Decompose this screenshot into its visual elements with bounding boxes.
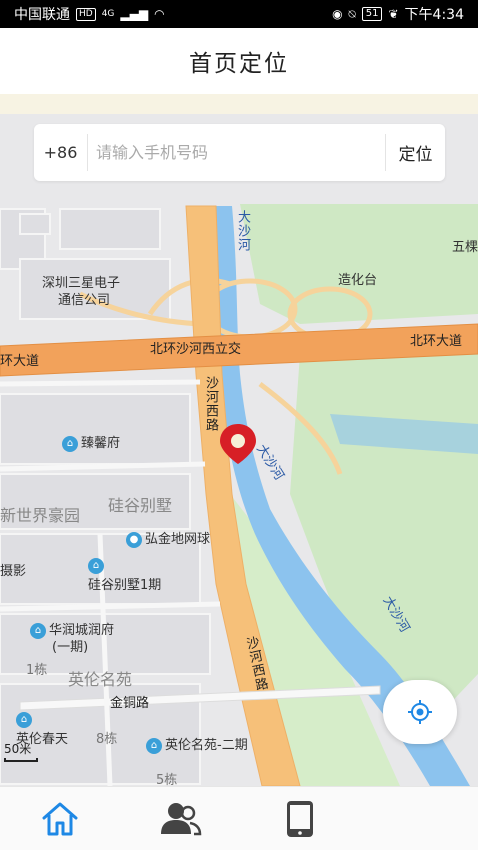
country-code[interactable]: +86 bbox=[34, 134, 88, 171]
area-guigu-villas: 硅谷别墅 bbox=[108, 496, 173, 515]
road-label-beihuan-left: 环大道 bbox=[0, 354, 40, 369]
mute-icon: ⍉ bbox=[348, 6, 356, 21]
poi-icon: ⌂ bbox=[146, 737, 162, 754]
poi-yinglun-2: ⌂ 英伦名苑-二期 bbox=[146, 734, 248, 754]
road-label-jintong: 金铜路 bbox=[110, 696, 150, 711]
park-area-north bbox=[240, 204, 478, 324]
road-label-beihuan-right: 北环大道 bbox=[410, 334, 463, 349]
poi-huarun-line2: (一期) bbox=[52, 640, 89, 655]
map-scale: 50米 bbox=[4, 740, 38, 762]
area-yinglun: 英伦名苑 bbox=[68, 670, 133, 689]
contacts-icon bbox=[161, 802, 202, 835]
poi-sheying: 摄影 bbox=[0, 564, 27, 579]
signal-icon: ▂▄▆ bbox=[120, 7, 149, 21]
home-icon bbox=[42, 802, 78, 835]
label-building-1: 1栋 bbox=[26, 663, 48, 678]
network-type: 4G bbox=[101, 9, 115, 19]
hd-badge: HD bbox=[76, 7, 96, 21]
poi-wuke: 五棵 bbox=[452, 240, 478, 255]
poi-samsung-line2: 通信公司 bbox=[58, 293, 111, 308]
app-header: 首页定位 bbox=[0, 28, 478, 94]
locate-button[interactable]: 定位 bbox=[385, 134, 445, 171]
road-label-interchange: 北环沙河西立交 bbox=[150, 342, 242, 357]
phone-device-icon bbox=[287, 800, 313, 837]
poi-zaohuatai: 造化台 bbox=[338, 273, 378, 288]
phone-number-input[interactable] bbox=[88, 134, 385, 171]
notice-strip bbox=[0, 94, 478, 114]
poi-jinxinfu: ⌂ 臻馨府 bbox=[62, 432, 120, 452]
label-building-8: 8栋 bbox=[96, 732, 118, 747]
nav-home[interactable] bbox=[0, 787, 120, 850]
poi-icon: ● bbox=[126, 531, 142, 548]
scale-bar bbox=[4, 758, 38, 762]
poi-icon: ⌂ bbox=[30, 622, 46, 639]
status-bar: 中国联通 HD 4G ▂▄▆ ◠ ◉ ⍉ 51 ❦ 下午4:34 bbox=[0, 0, 478, 28]
nav-device[interactable] bbox=[240, 787, 360, 850]
road-label-shahexilu-top: 沙河西路 bbox=[203, 376, 218, 432]
bottom-nav bbox=[0, 786, 478, 850]
poi-icon: ⌂ bbox=[16, 712, 32, 728]
clock: 下午4:34 bbox=[404, 7, 464, 23]
leaf-icon: ❦ bbox=[388, 7, 399, 21]
poi-guigu-1: ⌂ 硅谷别墅1期 bbox=[88, 558, 162, 593]
river-label-top: 大沙河 bbox=[235, 210, 250, 252]
scale-label: 50米 bbox=[4, 742, 32, 756]
eye-icon: ◉ bbox=[332, 7, 343, 21]
my-location-button[interactable] bbox=[383, 680, 457, 744]
poi-icon: ⌂ bbox=[62, 435, 78, 452]
battery-level: 51 bbox=[361, 7, 383, 21]
phone-search-bar: +86 定位 bbox=[34, 124, 445, 181]
label-building-5: 5栋 bbox=[156, 773, 178, 786]
wifi-icon: ◠ bbox=[154, 7, 165, 21]
page-title: 首页定位 bbox=[189, 51, 289, 77]
area-xinshijie: 新世界豪园 bbox=[0, 506, 81, 525]
carrier-name: 中国联通 bbox=[14, 7, 70, 23]
poi-icon: ⌂ bbox=[88, 558, 104, 574]
poi-hongjin: ● 弘金地网球 bbox=[126, 528, 210, 548]
nav-contacts[interactable] bbox=[120, 787, 240, 850]
crosshair-icon bbox=[408, 700, 432, 724]
